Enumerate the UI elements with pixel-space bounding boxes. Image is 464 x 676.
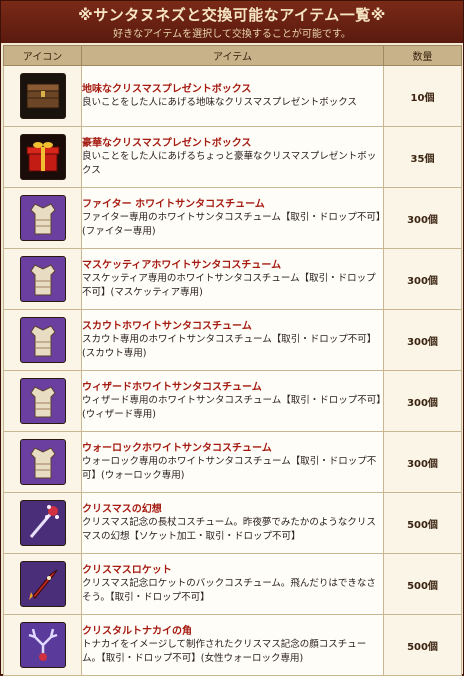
fantasy-weapon-icon	[19, 499, 66, 546]
item-quantity: 500個	[383, 492, 462, 554]
page-title: ※サンタヌネズと交換可能なアイテム一覧※	[78, 6, 386, 24]
costume-icon	[19, 377, 66, 424]
item-quantity: 300個	[383, 309, 462, 371]
item-name: クリスマスロケット	[82, 564, 172, 576]
costume-icon	[19, 194, 66, 241]
item-quantity: 300個	[383, 370, 462, 432]
item-name: クリスタルトナカイの角	[82, 625, 192, 637]
item-description: ファイター専用のホワイトサンタコスチューム【取引・ドロップ不可】(ファイター専用…	[82, 211, 381, 237]
item-name: クリスマスの幻想	[82, 503, 162, 515]
item-quantity: 35個	[383, 126, 462, 188]
chest-icon	[19, 72, 66, 119]
item-quantity: 10個	[383, 65, 462, 127]
item-quantity: 300個	[383, 187, 462, 249]
item-description: 良いことをした人にあげる地味なクリスマスプレゼントボックス	[82, 96, 357, 108]
costume-icon	[19, 438, 66, 485]
item-description: 良いことをした人にあげるちょっと豪華なクリスマスプレゼントボックス	[82, 150, 377, 176]
table-row: クリスマスロケット クリスマス記念ロケットのバックコスチューム。飛んだりはできな…	[3, 553, 462, 615]
table-row: クリスタルトナカイの角 トナカイをイメージして制作されたクリスマス記念の顔コスチ…	[3, 614, 462, 676]
item-name: 豪華なクリスマスプレゼントボックス	[82, 137, 252, 149]
item-description: ウォーロック専用のホワイトサンタコスチューム【取引・ドロップ不可】(ウォーロック…	[82, 455, 377, 481]
item-quantity: 300個	[383, 431, 462, 493]
item-quantity: 500個	[383, 553, 462, 615]
item-description: ウィザード専用のホワイトサンタコスチューム【取引・ドロップ不可】(ウィザード専用…	[82, 394, 381, 420]
table-row: クリスマスの幻想 クリスマス記念の長杖コスチューム。昨夜夢でみたかのようなクリス…	[3, 492, 462, 554]
table-header-row: アイコン アイテム 数量	[3, 45, 462, 66]
item-name: ウィザードホワイトサンタコスチューム	[82, 381, 262, 393]
item-table: アイコン アイテム 数量 地味なクリスマスプレゼントボックス 良いことをした人に…	[3, 45, 462, 676]
item-name: スカウトホワイトサンタコスチューム	[82, 320, 252, 332]
table-row: スカウトホワイトサンタコスチューム スカウト専用のホワイトサンタコスチューム【取…	[3, 309, 462, 371]
table-row: マスケッティアホワイトサンタコスチューム マスケッティア専用のホワイトサンタコス…	[3, 248, 462, 310]
item-name: ウォーロックホワイトサンタコスチューム	[82, 442, 272, 454]
gift-box-icon	[19, 133, 66, 180]
item-name: マスケッティアホワイトサンタコスチューム	[82, 259, 282, 271]
item-name: ファイター ホワイトサンタコスチューム	[82, 198, 265, 210]
exchange-item-panel: ※サンタヌネズと交換可能なアイテム一覧※ 好きなアイテムを選択して交換することが…	[0, 0, 464, 676]
item-quantity: 300個	[383, 248, 462, 310]
page-subtitle: 好きなアイテムを選択して交換することが可能です。	[113, 29, 351, 40]
panel-header: ※サンタヌネズと交換可能なアイテム一覧※ 好きなアイテムを選択して交換することが…	[1, 1, 463, 43]
item-name: 地味なクリスマスプレゼントボックス	[82, 83, 252, 95]
column-header-icon: アイコン	[3, 45, 82, 66]
table-row: ウィザードホワイトサンタコスチューム ウィザード専用のホワイトサンタコスチューム…	[3, 370, 462, 432]
table-row: ウォーロックホワイトサンタコスチューム ウォーロック専用のホワイトサンタコスチュ…	[3, 431, 462, 493]
item-description: トナカイをイメージして制作されたクリスマス記念の顔コスチューム。【取引・ドロップ…	[82, 638, 367, 664]
item-description: マスケッティア専用のホワイトサンタコスチューム【取引・ドロップ不可】(マスケッテ…	[82, 272, 376, 298]
item-description: クリスマス記念の長杖コスチューム。昨夜夢でみたかのようなクリスマスの幻想【ソケッ…	[82, 516, 376, 542]
item-description: クリスマス記念ロケットのバックコスチューム。飛んだりはできなさそう。【取引・ドロ…	[82, 577, 376, 603]
item-description: スカウト専用のホワイトサンタコスチューム【取引・ドロップ不可】(スカウト専用)	[82, 333, 377, 359]
table-row: ファイター ホワイトサンタコスチューム ファイター専用のホワイトサンタコスチュー…	[3, 187, 462, 249]
table-row: 地味なクリスマスプレゼントボックス 良いことをした人にあげる地味なクリスマスプレ…	[3, 65, 462, 127]
column-header-item: アイテム	[81, 45, 384, 66]
costume-icon	[19, 255, 66, 302]
item-quantity: 500個	[383, 614, 462, 676]
rocket-icon	[19, 560, 66, 607]
column-header-quantity: 数量	[383, 45, 462, 66]
costume-icon	[19, 316, 66, 363]
table-row: 豪華なクリスマスプレゼントボックス 良いことをした人にあげるちょっと豪華なクリス…	[3, 126, 462, 188]
reindeer-antler-icon	[19, 621, 66, 668]
